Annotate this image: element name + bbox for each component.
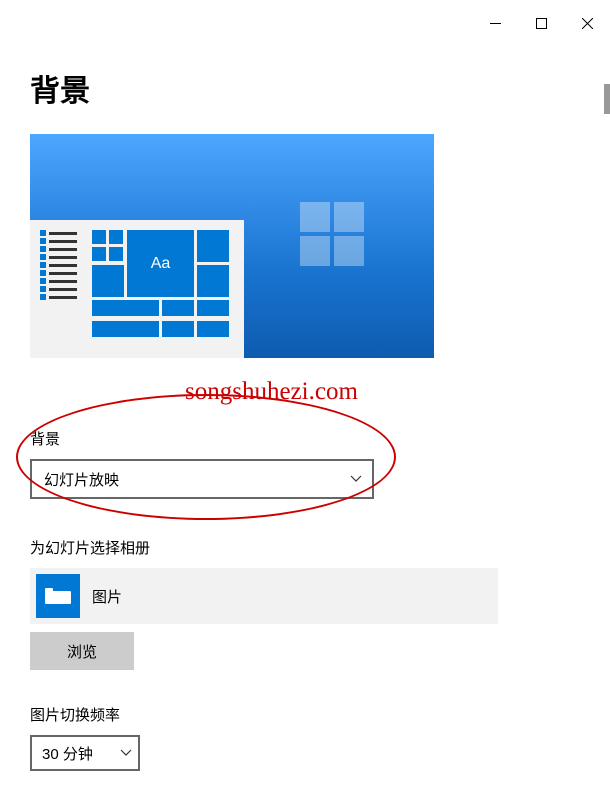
chevron-down-icon: [350, 475, 362, 483]
background-dropdown[interactable]: 幻灯片放映: [30, 459, 374, 499]
windows-logo-icon: [300, 202, 364, 266]
start-menu-preview: Aa: [30, 220, 244, 358]
page-title: 背景: [30, 66, 578, 110]
scrollbar[interactable]: [604, 84, 610, 114]
browse-button[interactable]: 浏览: [30, 632, 134, 670]
folder-icon: [36, 574, 80, 618]
frequency-dropdown-value: 30 分钟: [42, 743, 93, 764]
background-section: 背景 幻灯片放映: [30, 428, 578, 499]
chevron-down-icon: [120, 749, 132, 757]
album-section: 为幻灯片选择相册 图片 浏览: [30, 537, 578, 670]
frequency-section: 图片切换频率 30 分钟: [30, 704, 578, 771]
background-preview: Aa: [30, 134, 434, 358]
aa-tile: Aa: [127, 230, 194, 297]
settings-content: 背景 Aa: [0, 66, 610, 771]
background-label: 背景: [30, 428, 578, 449]
album-name: 图片: [92, 586, 122, 607]
album-label: 为幻灯片选择相册: [30, 537, 578, 558]
background-dropdown-value: 幻灯片放映: [44, 469, 119, 490]
maximize-button[interactable]: [518, 0, 564, 46]
window-titlebar: [0, 0, 610, 46]
frequency-dropdown[interactable]: 30 分钟: [30, 735, 140, 771]
minimize-button[interactable]: [472, 0, 518, 46]
close-button[interactable]: [564, 0, 610, 46]
album-row[interactable]: 图片: [30, 568, 498, 624]
frequency-label: 图片切换频率: [30, 704, 578, 725]
